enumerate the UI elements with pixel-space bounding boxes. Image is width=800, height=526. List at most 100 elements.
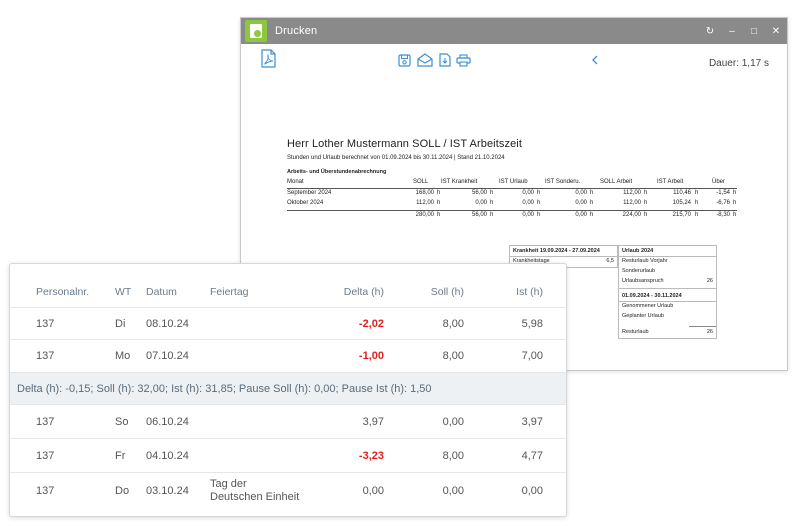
chevron-left-icon[interactable] — [591, 55, 599, 65]
vacation-line-label: Urlaubsanspruch — [622, 278, 664, 284]
header-datum[interactable]: Datum — [146, 286, 177, 298]
table-row[interactable]: 137 Fr 04.10.24 -3,23 8,00 4,77 — [10, 439, 566, 473]
maximize-icon[interactable]: □ — [743, 18, 765, 44]
cell-wt: Fr — [115, 450, 126, 462]
report-cell-monat: September 2024 — [287, 190, 332, 196]
cell-delta: -2,02 — [358, 318, 384, 330]
cell-soll: 8,00 — [442, 350, 464, 362]
report-cell: 0,00 — [575, 190, 587, 196]
pdf-export-icon[interactable] — [261, 49, 276, 68]
vacation-box: Urlaub 2024 Resturlaub Vorjahr Sonderurl… — [618, 245, 717, 339]
report-cell: 110,46 — [673, 190, 691, 196]
report-total-cell: 0,00 — [522, 212, 534, 218]
vacation-line: Sonderurlaub — [619, 267, 716, 277]
sick-leave-header: Krankheit 19.09.2024 - 27.09.2024 — [510, 246, 617, 257]
mail-icon[interactable] — [417, 53, 433, 67]
header-soll[interactable]: Soll (h) — [431, 286, 464, 298]
vacation-rest-value: 26 — [706, 329, 713, 335]
header-feiertag[interactable]: Feiertag — [210, 286, 249, 299]
report-row: September 2024 168,00 h 56,00 h 0,00 h 0,00… — [287, 190, 737, 200]
report-cell: 0,00 — [522, 190, 534, 196]
col-soll-arbeit: SOLL Arbeit — [600, 179, 633, 185]
printer-icon[interactable] — [456, 54, 471, 67]
cell-ist: 3,97 — [521, 416, 543, 428]
window-controls: ↻ – □ ✕ — [699, 18, 787, 44]
report-unit: h — [590, 200, 594, 206]
cell-personalnr: 137 — [36, 350, 55, 362]
report-cell: 56,00 — [471, 190, 487, 196]
vacation-line-label: Geplanter Urlaub — [622, 313, 664, 319]
window-titlebar: Drucken ↻ – □ ✕ — [241, 18, 787, 44]
week-summary-text: Delta (h): -0,15; Soll (h): 32,00; Ist (… — [17, 383, 432, 395]
report-total-cell: -8,30 — [716, 212, 730, 218]
report-cell: 0,00 — [475, 200, 487, 206]
sick-days-value: 6,5 — [606, 258, 614, 264]
close-icon[interactable]: ✕ — [765, 18, 787, 44]
report-cell: 112,00 — [623, 200, 641, 206]
report-unit: h — [644, 200, 648, 206]
cell-soll: 8,00 — [442, 450, 464, 462]
report-cell-monat: Oktober 2024 — [287, 200, 324, 206]
report-unit: h — [644, 190, 648, 196]
report-unit: h — [490, 190, 494, 196]
table-row[interactable]: 137 Do 03.10.24 Tag der Deutschen Einhei… — [10, 473, 566, 511]
report-unit: h — [590, 190, 594, 196]
vacation-line: Urlaubsanspruch 26 — [619, 277, 716, 289]
report-title: Herr Lother Mustermann SOLL / IST Arbeit… — [287, 138, 522, 150]
vacation-period-line: Genommener Urlaub — [619, 302, 716, 312]
time-entries-panel: Personalnr. WT Datum Feiertag Delta (h) … — [9, 263, 567, 517]
report-unit: h — [537, 190, 541, 196]
cell-wt: Mo — [115, 350, 131, 362]
cell-ist: 4,77 — [521, 450, 543, 462]
cell-datum: 08.10.24 — [146, 318, 189, 330]
cell-ist: 7,00 — [521, 350, 543, 362]
cell-ist: 5,98 — [521, 318, 543, 330]
save-icon[interactable] — [398, 54, 411, 67]
duration-label: Dauer: 1,17 s — [708, 58, 769, 69]
col-soll: SOLL — [413, 179, 429, 185]
cell-wt: Di — [115, 318, 126, 330]
vacation-period-header: 01.09.2024 - 30.11.2024 — [619, 291, 716, 302]
cell-datum: 07.10.24 — [146, 350, 189, 362]
cell-wt: So — [115, 416, 129, 428]
cell-personalnr: 137 — [36, 318, 55, 330]
vacation-period-line: Geplanter Urlaub — [619, 312, 716, 326]
app-logo — [245, 20, 267, 42]
report-total-cell: 215,70 — [672, 212, 691, 218]
report-unit: h — [437, 190, 441, 196]
header-ist[interactable]: Ist (h) — [516, 286, 543, 298]
report-cell: 112,00 — [416, 200, 434, 206]
cell-delta: 3,97 — [362, 416, 384, 428]
report-total-row: 280,00 h 56,00 h 0,00 h 0,00 h 224,00 h 215,7… — [287, 212, 737, 222]
table-row[interactable]: 137 So 06.10.24 3,97 0,00 3,97 — [10, 405, 566, 439]
header-wt[interactable]: WT — [115, 286, 131, 298]
cell-delta: -3,23 — [358, 450, 384, 462]
report-cell: -6,76 — [716, 200, 730, 206]
cell-feiertag: Tag der Deutschen Einheit — [210, 478, 300, 503]
report-unit: h — [644, 212, 648, 218]
cell-datum: 03.10.24 — [146, 485, 189, 497]
header-delta[interactable]: Delta (h) — [344, 286, 384, 298]
download-icon[interactable] — [439, 53, 451, 67]
cell-delta: 0,00 — [362, 485, 384, 497]
window-title: Drucken — [275, 25, 318, 37]
report-unit: h — [437, 212, 441, 218]
table-row[interactable]: 137 Di 08.10.24 -2,02 8,00 5,98 — [10, 308, 566, 340]
cell-datum: 04.10.24 — [146, 450, 189, 462]
refresh-icon[interactable]: ↻ — [699, 18, 721, 44]
report-unit: h — [590, 212, 594, 218]
table-row[interactable]: 137 Mo 07.10.24 -1,00 8,00 7,00 — [10, 340, 566, 373]
report-row: Oktober 2024 112,00 h 0,00 h 0,00 h 0,00 h 1… — [287, 200, 737, 210]
report-unit: h — [537, 212, 541, 218]
minimize-icon[interactable]: – — [721, 18, 743, 44]
report-subtitle: Stunden und Urlaub berechnet von 01.09.2… — [287, 155, 505, 161]
report-cell: 0,00 — [575, 200, 587, 206]
header-personalnr[interactable]: Personalnr. — [36, 286, 89, 298]
report-unit: h — [695, 200, 699, 206]
cell-wt: Do — [115, 485, 130, 497]
cell-soll: 8,00 — [442, 318, 464, 330]
report-total-cell: 56,00 — [471, 212, 487, 218]
report-unit: h — [537, 200, 541, 206]
report-cell: -1,54 — [716, 190, 730, 196]
vacation-line: Resturlaub Vorjahr — [619, 257, 716, 267]
